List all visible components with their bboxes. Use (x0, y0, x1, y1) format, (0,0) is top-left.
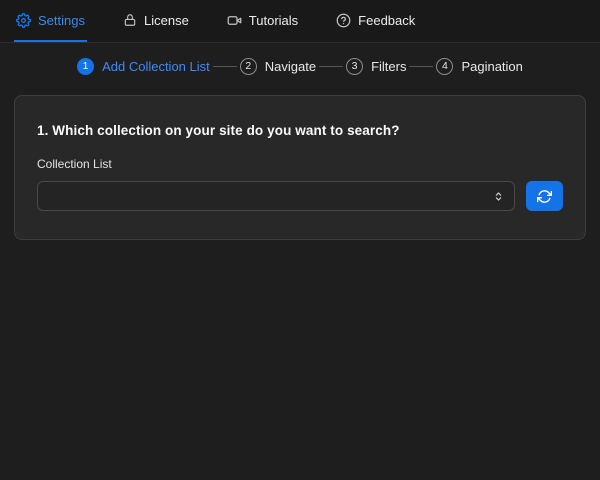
tab-settings[interactable]: Settings (14, 0, 87, 42)
step-2-circle: 2 (239, 57, 257, 75)
tab-tutorials[interactable]: Tutorials (225, 0, 300, 42)
tab-license[interactable]: License (121, 0, 191, 42)
step-3-circle: 3 (346, 57, 364, 75)
help-circle-icon (336, 13, 351, 28)
tab-feedback-label: Feedback (358, 12, 416, 28)
step-1-label: Add Collection List (102, 58, 210, 74)
collection-settings-card: 1. Which collection on your site do you … (14, 95, 586, 240)
step-filters[interactable]: 3 Filters (346, 57, 407, 75)
step-connector (409, 65, 434, 67)
step-3-label: Filters (371, 58, 407, 74)
step-2-label: Navigate (264, 58, 317, 74)
question-title: 1. Which collection on your site do you … (37, 123, 400, 138)
tab-license-label: License (143, 12, 189, 28)
collection-list-select[interactable] (37, 181, 515, 211)
tab-tutorials-label: Tutorials (248, 12, 299, 28)
tab-feedback[interactable]: Feedback (334, 0, 417, 42)
chevron-up-down-icon (492, 190, 505, 203)
top-navigation: Settings License Tutorials Feedback (0, 0, 600, 43)
gear-icon (16, 12, 31, 28)
step-4-circle: 4 (436, 57, 454, 75)
collection-list-field-row (37, 181, 563, 211)
refresh-collections-button[interactable] (526, 181, 563, 211)
wizard-stepper: 1 Add Collection List 2 Navigate 3 Filte… (0, 57, 600, 75)
app-window: Settings License Tutorials Feedback 1 Ad… (0, 0, 600, 480)
lock-icon (123, 13, 137, 27)
step-1-circle: 1 (77, 57, 95, 75)
sync-icon (537, 189, 552, 204)
step-4-label: Pagination (461, 58, 523, 74)
step-pagination[interactable]: 4 Pagination (436, 57, 523, 75)
step-connector (319, 65, 344, 67)
step-add-collection-list[interactable]: 1 Add Collection List (77, 57, 210, 75)
step-navigate[interactable]: 2 Navigate (239, 57, 317, 75)
collection-list-label: Collection List (37, 157, 112, 171)
tab-settings-label: Settings (38, 12, 85, 28)
video-camera-icon (227, 13, 242, 28)
step-connector (212, 65, 237, 67)
